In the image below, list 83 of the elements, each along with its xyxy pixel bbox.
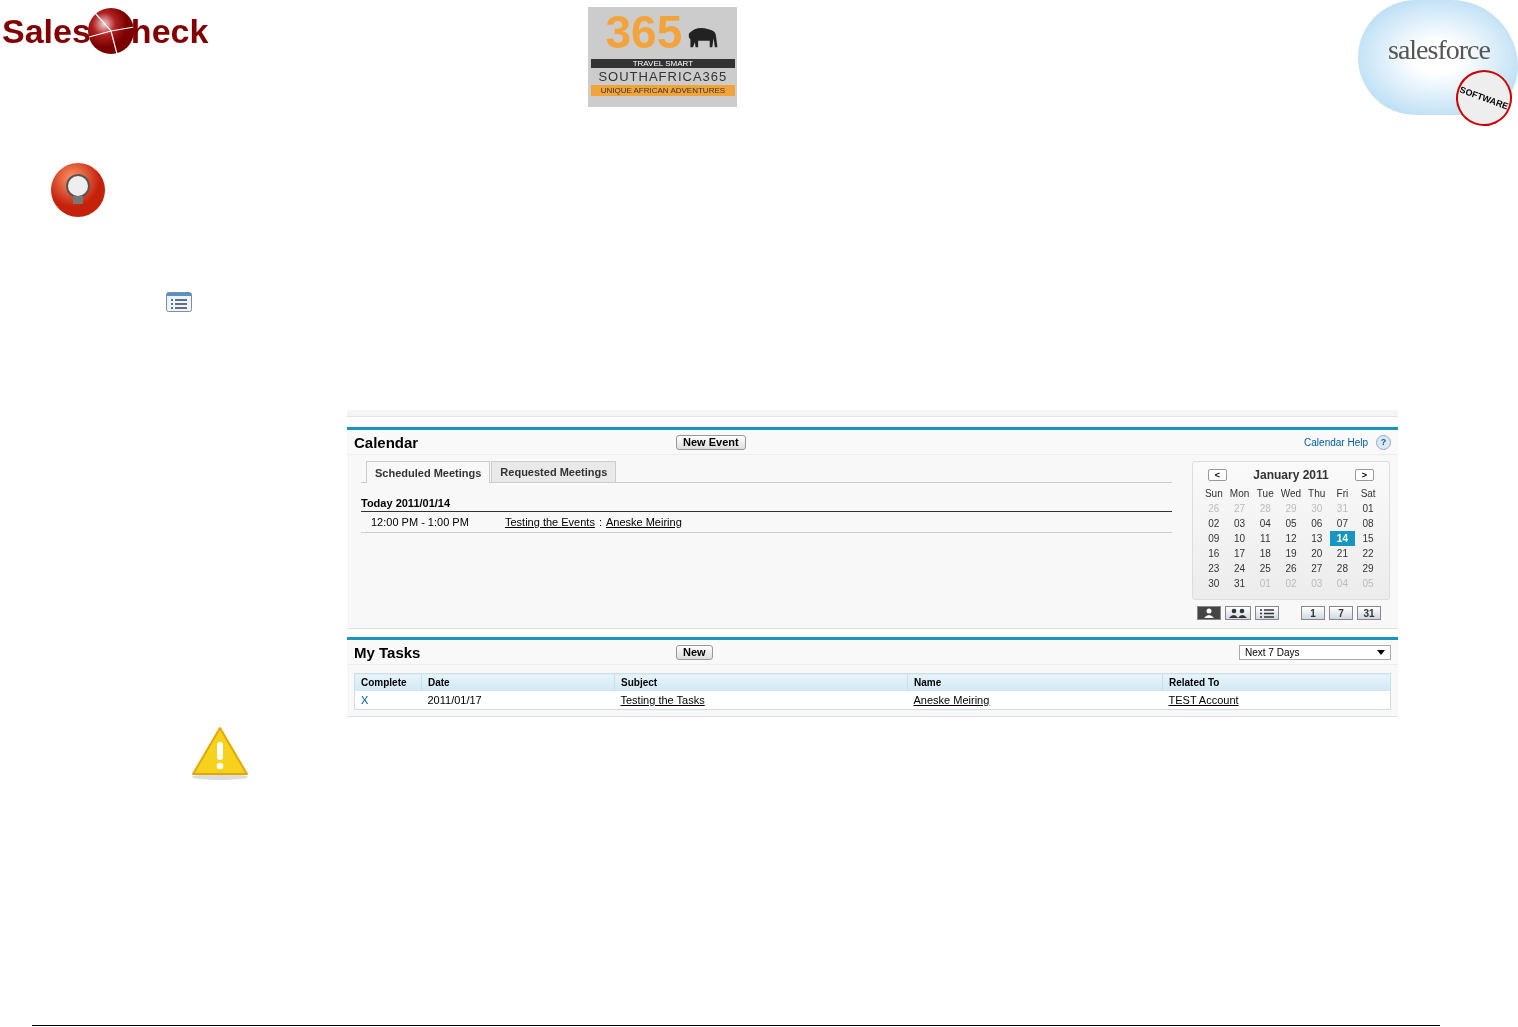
calendar-day[interactable]: 20 — [1303, 546, 1330, 561]
calendar-day[interactable]: 08 — [1355, 516, 1381, 531]
calendar-day[interactable]: 10 — [1226, 531, 1253, 546]
calendar-day[interactable]: 17 — [1226, 546, 1253, 561]
logo-name: SOUTHAFRICA365 — [598, 68, 728, 85]
event-time: 12:00 PM - 1:00 PM — [371, 516, 470, 528]
help-icon[interactable]: ? — [1376, 434, 1391, 450]
range-button[interactable]: 7 — [1329, 606, 1353, 620]
people-icon — [1229, 608, 1247, 618]
calendar-day[interactable]: 01 — [1355, 501, 1381, 516]
calendar-help-link[interactable]: Calendar Help — [1304, 436, 1368, 448]
range-button[interactable]: 31 — [1357, 606, 1381, 620]
dropdown-arrow-icon — [1377, 649, 1385, 655]
calendar-day[interactable]: 21 — [1329, 546, 1356, 561]
contact-link[interactable]: Aneske Meiring — [605, 516, 682, 528]
single-view-button[interactable] — [1197, 606, 1221, 620]
calendar-day[interactable]: 22 — [1355, 546, 1381, 561]
related-link[interactable]: TEST Account — [1168, 694, 1239, 706]
weekday-label: Fri — [1335, 487, 1350, 501]
calendar-day[interactable]: 29 — [1355, 561, 1381, 576]
logo-number: 365 — [605, 7, 683, 57]
day-heading: Today 2011/01/14 — [361, 497, 1172, 512]
calendar-day[interactable]: 11 — [1252, 531, 1279, 546]
column-header: Related To — [1162, 673, 1391, 691]
weekday-label: Mon — [1228, 487, 1251, 501]
subject-link[interactable]: Testing the Tasks — [620, 694, 705, 706]
list-icon — [166, 292, 192, 312]
calendar-day[interactable]: 24 — [1226, 561, 1253, 576]
new-task-button[interactable]: New — [676, 644, 713, 660]
column-header: Date — [421, 673, 615, 691]
calendar-day[interactable]: 19 — [1278, 546, 1304, 561]
table-cell: 2011/01/17 — [427, 694, 482, 706]
complete-link[interactable]: X — [361, 694, 369, 706]
name-link[interactable]: Aneske Meiring — [913, 694, 990, 706]
logo-text: Sales — [2, 11, 91, 51]
previous-month-button[interactable]: < — [1208, 469, 1227, 481]
calendar-day[interactable]: 23 — [1201, 561, 1227, 576]
calendar-day[interactable]: 26 — [1278, 561, 1304, 576]
calendar-day[interactable]: 25 — [1252, 561, 1279, 576]
calendar-day[interactable]: 30 — [1201, 576, 1227, 591]
column-header: Subject — [614, 673, 908, 691]
filter-dropdown[interactable]: Next 7 Days — [1239, 644, 1391, 660]
warning-icon — [190, 725, 250, 781]
person-icon — [1202, 608, 1216, 618]
panel-title: Calendar — [354, 433, 420, 451]
range-button[interactable]: 1 — [1301, 606, 1325, 620]
calendar-day[interactable]: 07 — [1329, 516, 1356, 531]
month-label: January 2011 — [1253, 468, 1329, 482]
weekday-label: Wed — [1279, 487, 1303, 501]
logo-slogan: UNIQUE AFRICAN ADVENTURES — [590, 85, 735, 96]
calendar-day[interactable]: 06 — [1303, 516, 1330, 531]
calendar-day[interactable]: 03 — [1226, 516, 1253, 531]
calendar-day[interactable]: 02 — [1201, 516, 1227, 531]
group-view-button[interactable] — [1225, 606, 1251, 620]
weekday-label: Tue — [1255, 487, 1275, 501]
column-header: Name — [907, 673, 1163, 691]
logo-tagline: TRAVEL SMART — [590, 59, 735, 68]
calendar-day[interactable]: 04 — [1252, 516, 1279, 531]
calendar-day[interactable]: 15 — [1355, 531, 1381, 546]
weekday-label: Thu — [1307, 487, 1327, 501]
calendar-day[interactable]: 18 — [1252, 546, 1279, 561]
calendar-day[interactable]: 31 — [1226, 576, 1253, 591]
next-month-button[interactable]: > — [1355, 469, 1374, 481]
calendar-day[interactable]: 05 — [1278, 516, 1304, 531]
event-link[interactable]: Testing the Events — [505, 516, 595, 528]
logo-text: heck — [130, 11, 209, 51]
tab[interactable]: Scheduled Meetings — [366, 461, 491, 483]
separator: : — [598, 516, 602, 528]
calendar-day[interactable]: 28 — [1329, 561, 1356, 576]
calendar-day[interactable]: 09 — [1201, 531, 1227, 546]
lightbulb-icon — [50, 162, 106, 218]
panel-title: My Tasks — [354, 643, 422, 661]
column-header: Complete — [354, 673, 422, 691]
list-icon — [1259, 608, 1275, 618]
list-view-button[interactable] — [1255, 606, 1279, 620]
weekday-label: Sat — [1359, 487, 1377, 501]
new-event-button[interactable]: New Event — [676, 434, 746, 450]
weekday-label: Sun — [1203, 487, 1224, 501]
tab[interactable]: Requested Meetings — [491, 461, 617, 482]
calendar-day[interactable]: 13 — [1303, 531, 1330, 546]
calendar-day[interactable]: 12 — [1278, 531, 1304, 546]
calendar-day[interactable]: 27 — [1303, 561, 1330, 576]
calendar-day[interactable]: 16 — [1201, 546, 1227, 561]
